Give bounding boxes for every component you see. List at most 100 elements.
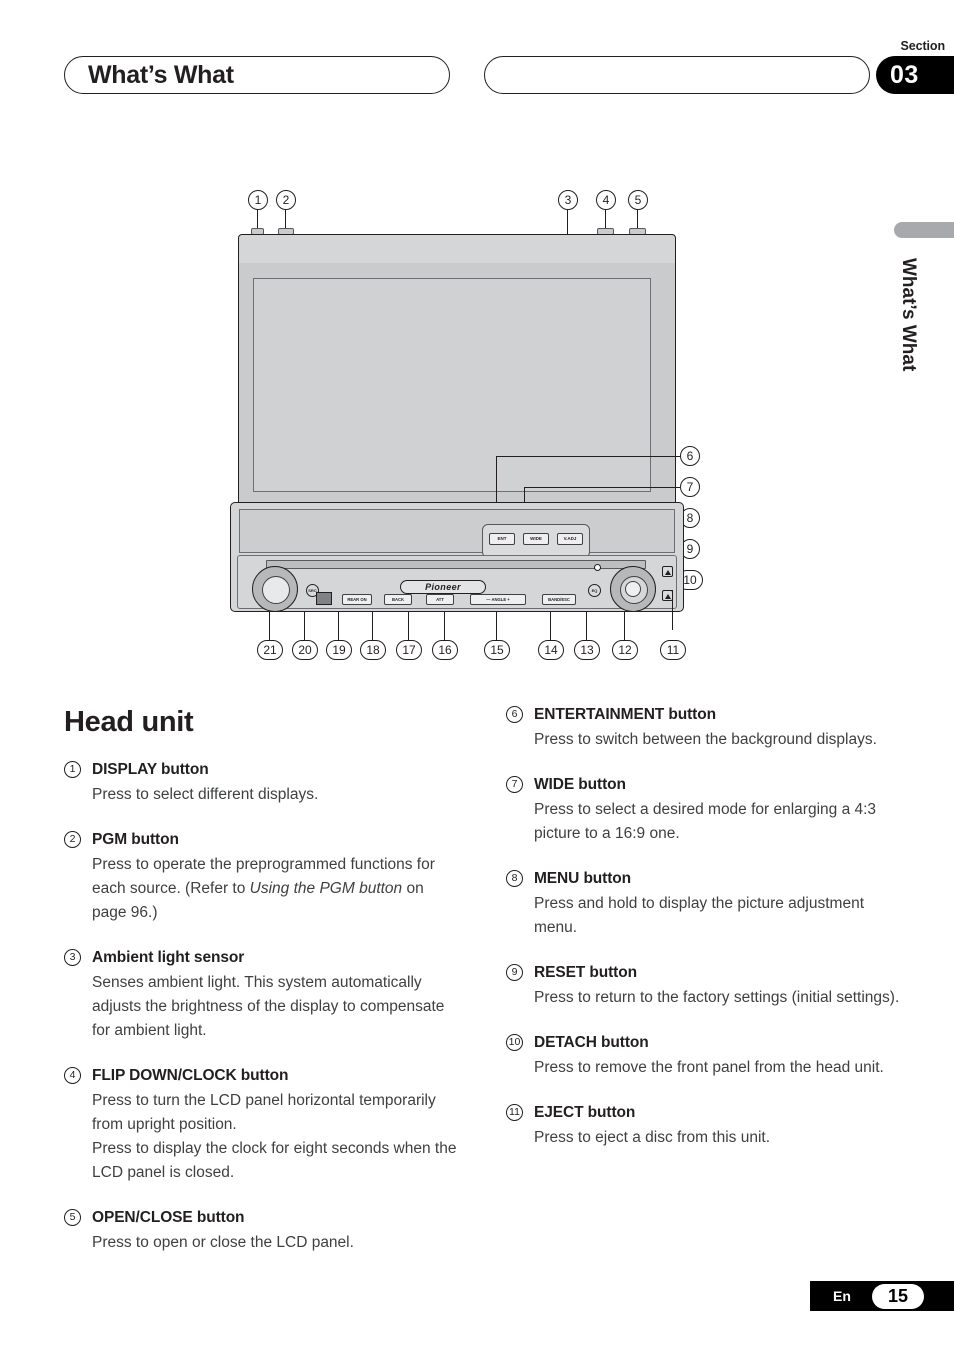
- volume-knob[interactable]: [252, 566, 298, 612]
- callout-17: 17: [396, 640, 422, 660]
- section-heading: Head unit: [64, 706, 194, 738]
- rear-on-button[interactable]: REAR ON: [342, 594, 372, 605]
- page-header: What’s What Section 03: [0, 36, 954, 102]
- entry-number-4: 4: [64, 1067, 81, 1084]
- detach-release-tab[interactable]: [316, 592, 332, 605]
- lcd-screen: [253, 278, 651, 492]
- pioneer-logo: Pioneer: [400, 580, 486, 594]
- entry-label-10: DETACH button: [534, 1034, 649, 1051]
- callout-14: 14: [538, 640, 564, 660]
- entry-eject-button: 11 EJECT button Press to eject a disc fr…: [506, 1104, 904, 1150]
- entry-number-3: 3: [64, 949, 81, 966]
- callout-11: 11: [660, 640, 686, 660]
- callout-6: 6: [680, 446, 700, 466]
- section-word-label: Section: [900, 39, 946, 53]
- right-content-column: 6 ENTERTAINMENT button Press to switch b…: [506, 706, 904, 1174]
- callout-4: 4: [596, 190, 616, 210]
- detach-button[interactable]: [662, 566, 673, 577]
- callout-18: 18: [360, 640, 386, 660]
- callout-15: 15: [484, 640, 510, 660]
- entry-body-3: Senses ambient light. This system automa…: [92, 974, 445, 1039]
- callout-2: 2: [276, 190, 296, 210]
- menu-button[interactable]: V.ADJ: [557, 533, 583, 545]
- header-empty-pill: [484, 56, 870, 94]
- entry-body-7: Press to select a desired mode for enlar…: [534, 801, 877, 842]
- leader-line-21: [269, 612, 271, 640]
- leader-line-17: [408, 612, 410, 640]
- callout-5: 5: [628, 190, 648, 210]
- lcd-panel-housing: [238, 274, 676, 504]
- head-unit-diagram: 1 2 3 4 5 6 7 8 9 10 ENT WIDE V.ADJ SRC …: [228, 190, 708, 680]
- callout-19: 19: [326, 640, 352, 660]
- footer-page-number: 15: [872, 1284, 924, 1309]
- reset-button[interactable]: [594, 564, 601, 571]
- eq-button[interactable]: EQ: [588, 584, 601, 597]
- callout-20: 20: [292, 640, 318, 660]
- band-esc-button[interactable]: BAND/ESC: [542, 594, 576, 605]
- back-button[interactable]: BACK: [384, 594, 412, 605]
- entry-entertainment-button: 6 ENTERTAINMENT button Press to switch b…: [506, 706, 904, 752]
- entry-flip-down-clock-button: 4 FLIP DOWN/CLOCK button Press to turn t…: [64, 1067, 462, 1185]
- front-control-panel: ENT WIDE V.ADJ SRC Pioneer REAR ON BACK …: [230, 502, 684, 612]
- leader-line-18: [372, 612, 374, 640]
- wide-button[interactable]: WIDE: [523, 533, 549, 545]
- entry-label-2: PGM button: [92, 831, 179, 848]
- entry-ambient-light-sensor: 3 Ambient light sensor Senses ambient li…: [64, 949, 462, 1043]
- side-tab-marker: [894, 222, 954, 238]
- entry-label-7: WIDE button: [534, 776, 626, 793]
- entry-number-1: 1: [64, 761, 81, 778]
- joystick-center-button[interactable]: [625, 581, 641, 597]
- ent-wide-menu-button-cluster: ENT WIDE V.ADJ: [482, 524, 590, 558]
- entry-label-9: RESET button: [534, 964, 637, 981]
- entry-body-1: Press to select different displays.: [92, 786, 319, 803]
- page-title: What’s What: [88, 61, 234, 89]
- callout-1: 1: [248, 190, 268, 210]
- entry-label-6: ENTERTAINMENT button: [534, 706, 716, 723]
- entry-wide-button: 7 WIDE button Press to select a desired …: [506, 776, 904, 846]
- callout-16: 16: [432, 640, 458, 660]
- callout-7: 7: [680, 477, 700, 497]
- leader-line-14: [550, 612, 552, 640]
- leader-line-11-v: [672, 590, 674, 630]
- angle-button[interactable]: — ANGLE +: [470, 594, 526, 605]
- entry-body-9: Press to return to the factory settings …: [534, 989, 900, 1006]
- entry-open-close-button: 5 OPEN/CLOSE button Press to open or clo…: [64, 1209, 462, 1255]
- entry-label-1: DISPLAY button: [92, 761, 209, 778]
- entry-body-6: Press to switch between the background d…: [534, 731, 877, 748]
- entry-number-6: 6: [506, 706, 523, 723]
- footer-language: En: [833, 1288, 851, 1304]
- entry-body-2: Press to operate the preprogrammed funct…: [92, 853, 462, 925]
- entry-label-5: OPEN/CLOSE button: [92, 1209, 245, 1226]
- entry-body-11: Press to eject a disc from this unit.: [534, 1129, 771, 1146]
- entry-reset-button: 9 RESET button Press to return to the fa…: [506, 964, 904, 1010]
- unit-top-bezel: [238, 234, 676, 264]
- leader-line-6: [496, 456, 680, 458]
- entry-number-2: 2: [64, 831, 81, 848]
- entry-body-10: Press to remove the front panel from the…: [534, 1059, 884, 1076]
- leader-line-12: [624, 612, 626, 640]
- entry-label-11: EJECT button: [534, 1104, 636, 1121]
- entry-detach-button: 10 DETACH button Press to remove the fro…: [506, 1034, 904, 1080]
- disc-slot: [266, 560, 646, 569]
- leader-line-15: [496, 612, 498, 640]
- left-content-column: Head unit 1 DISPLAY button Press to sele…: [64, 706, 462, 1279]
- entry-body-5: Press to open or close the LCD panel.: [92, 1234, 354, 1251]
- leader-line-20: [304, 612, 306, 640]
- callout-12: 12: [612, 640, 638, 660]
- side-tab-label: What’s What: [898, 258, 919, 372]
- entry-body-8: Press and hold to display the picture ad…: [534, 895, 864, 936]
- entry-number-5: 5: [64, 1209, 81, 1226]
- leader-line-7: [524, 487, 680, 489]
- leader-line-13: [586, 612, 588, 640]
- entry-number-7: 7: [506, 776, 523, 793]
- entry-menu-button: 8 MENU button Press and hold to display …: [506, 870, 904, 940]
- entry-number-9: 9: [506, 964, 523, 981]
- front-panel-lower-face: SRC Pioneer REAR ON BACK ATT — ANGLE + B…: [237, 555, 677, 612]
- entry-label-4: FLIP DOWN/CLOCK button: [92, 1067, 289, 1084]
- att-button[interactable]: ATT: [426, 594, 454, 605]
- leader-line-11-h: [665, 590, 673, 592]
- leader-line-3: [567, 210, 569, 234]
- entry-number-10: 10: [506, 1034, 523, 1051]
- entry-label-8: MENU button: [534, 870, 632, 887]
- ent-button[interactable]: ENT: [489, 533, 515, 545]
